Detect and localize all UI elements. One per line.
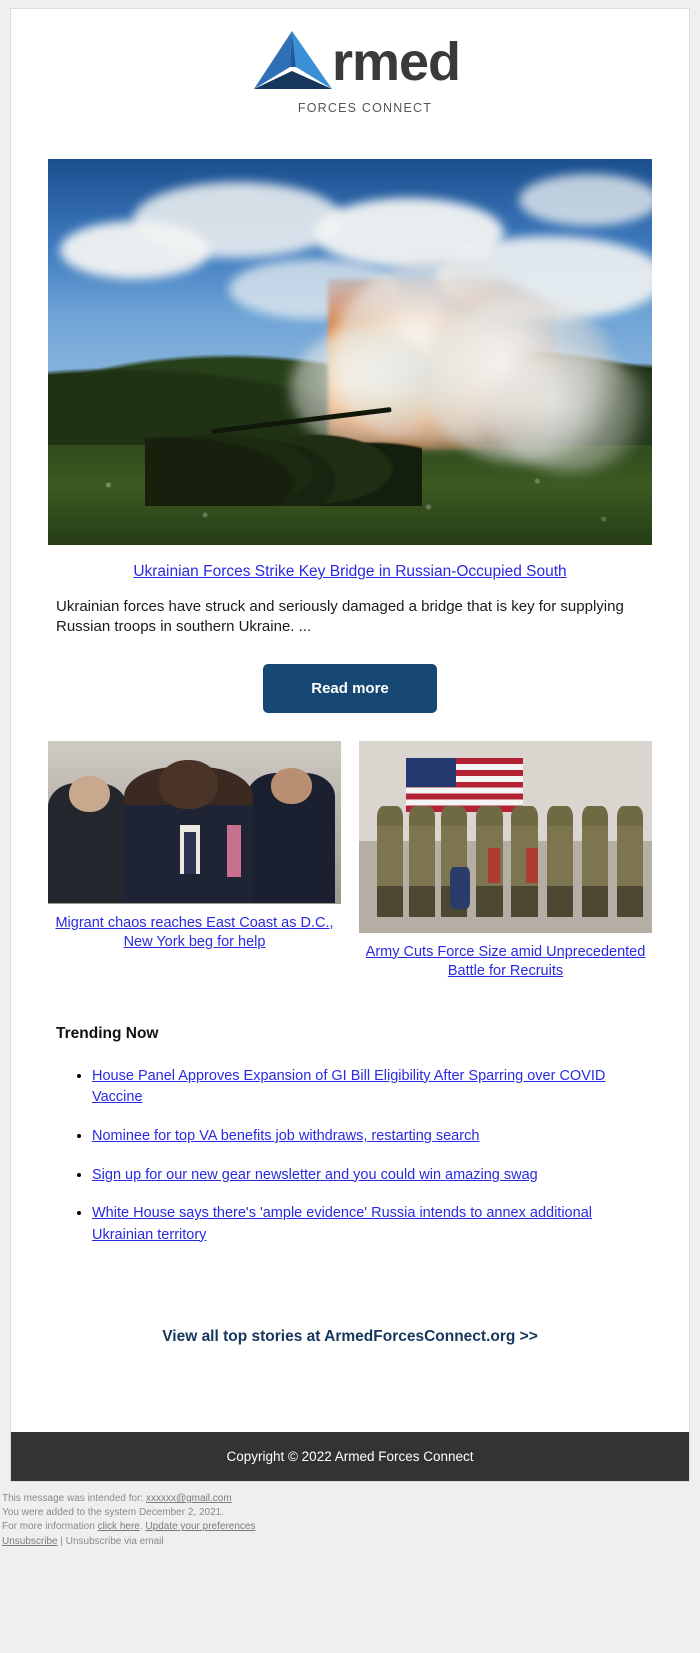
story-caption-left: Migrant chaos reaches East Coast as D.C.… <box>48 904 341 952</box>
added-to-system-row: You were added to the system December 2,… <box>2 1507 224 1519</box>
list-item: White House says there's 'ample evidence… <box>92 1202 652 1245</box>
logo-row: rmed <box>246 27 461 97</box>
read-more-button[interactable]: Read more <box>263 663 437 713</box>
hero-summary: Ukrainian forces have struck and serious… <box>56 598 624 636</box>
triangle-a-logo-icon <box>253 31 332 89</box>
logo-wordmark: rmed <box>331 32 461 92</box>
hero-headline-link[interactable]: Ukrainian Forces Strike Key Bridge in Ru… <box>133 563 566 580</box>
story-link-right[interactable]: Army Cuts Force Size amid Unprecedented … <box>366 944 646 979</box>
secondary-stories: Migrant chaos reaches East Coast as D.C.… <box>11 713 689 981</box>
hero-image[interactable] <box>48 159 652 545</box>
trending-link-2[interactable]: Nominee for top VA benefits job withdraw… <box>92 1128 479 1144</box>
hero-cta-row: Read more <box>48 638 652 713</box>
brand-logo[interactable]: rmed FORCES CONNECT <box>240 27 461 115</box>
caption-line-1: Army Cuts Force Size amid <box>365 943 543 960</box>
trending-section: Trending Now House Panel Approves Expans… <box>11 981 689 1246</box>
more-information-row: For more information click here. Update … <box>2 1520 698 1534</box>
list-item: House Panel Approves Expansion of GI Bil… <box>92 1065 652 1108</box>
email-fine-print: This message was intended for: xxxxxx@gm… <box>2 1492 698 1549</box>
flag-union <box>405 757 456 787</box>
caption-line-1: Migrant chaos reaches East Coast as <box>55 914 297 931</box>
unsubscribe-row: Unsubscribe | Unsubscribe via email <box>2 1535 698 1549</box>
cloud <box>132 182 343 259</box>
click-here-link[interactable]: click here <box>98 1521 140 1532</box>
pink-necktie <box>226 825 242 878</box>
list-item: Sign up for our new gear newsletter and … <box>92 1164 652 1186</box>
trending-heading: Trending Now <box>56 1024 159 1042</box>
hero-headline-row: Ukrainian Forces Strike Key Bridge in Ru… <box>48 545 652 581</box>
speaker-head <box>159 760 218 809</box>
update-preferences-link[interactable]: Update your preferences <box>145 1521 255 1532</box>
story-card-right: Army Cuts Force Size amid Unprecedented … <box>359 740 652 981</box>
red-bag <box>487 848 500 883</box>
list-item: Nominee for top VA benefits job withdraw… <box>92 1125 652 1147</box>
story-image-right[interactable] <box>359 740 652 933</box>
email-header: rmed FORCES CONNECT <box>11 9 689 131</box>
logo-tagline: FORCES CONNECT <box>297 101 433 115</box>
trending-link-3[interactable]: Sign up for our new gear newsletter and … <box>92 1167 538 1183</box>
hero-section: Ukrainian Forces Strike Key Bridge in Ru… <box>11 131 689 713</box>
story-image-left[interactable] <box>48 740 341 904</box>
trending-link-4[interactable]: White House says there's 'ample evidence… <box>92 1205 592 1243</box>
intended-for-row: This message was intended for: xxxxxx@gm… <box>2 1492 698 1506</box>
soldier <box>581 805 609 918</box>
smoke-plume <box>488 352 652 472</box>
recipient-email-link[interactable]: xxxxxx@gmail.com <box>146 1493 232 1504</box>
red-bag <box>526 848 538 883</box>
intended-for-label: This message was intended for: <box>2 1493 146 1504</box>
duffel-bag <box>449 867 471 910</box>
necktie <box>184 831 196 875</box>
soldier <box>376 805 403 918</box>
separator: | <box>57 1535 66 1547</box>
trending-list: House Panel Approves Expansion of GI Bil… <box>48 1065 652 1246</box>
soldier <box>546 805 573 918</box>
person-head <box>270 768 312 805</box>
view-all-stories-link[interactable]: View all top stories at ArmedForcesConne… <box>162 1328 538 1345</box>
trending-link-1[interactable]: House Panel Approves Expansion of GI Bil… <box>92 1068 605 1106</box>
unsubscribe-via-email-label: Unsubscribe via email <box>65 1535 164 1547</box>
copyright-bar: Copyright © 2022 Armed Forces Connect <box>11 1432 689 1482</box>
more-info-label: For more information <box>2 1521 98 1533</box>
soldier <box>408 805 436 918</box>
person-head <box>68 776 110 813</box>
soldier-group <box>359 805 652 918</box>
view-all-row: View all top stories at ArmedForcesConne… <box>11 1262 689 1432</box>
unsubscribe-link[interactable]: Unsubscribe <box>2 1536 58 1547</box>
story-card-left: Migrant chaos reaches East Coast as D.C.… <box>48 740 341 952</box>
story-link-left[interactable]: Migrant chaos reaches East Coast as D.C.… <box>55 915 333 950</box>
story-caption-right: Army Cuts Force Size amid Unprecedented … <box>359 933 652 981</box>
soldier <box>616 805 644 918</box>
email-body: rmed FORCES CONNECT Ukrainian Forces Str… <box>10 8 690 1483</box>
